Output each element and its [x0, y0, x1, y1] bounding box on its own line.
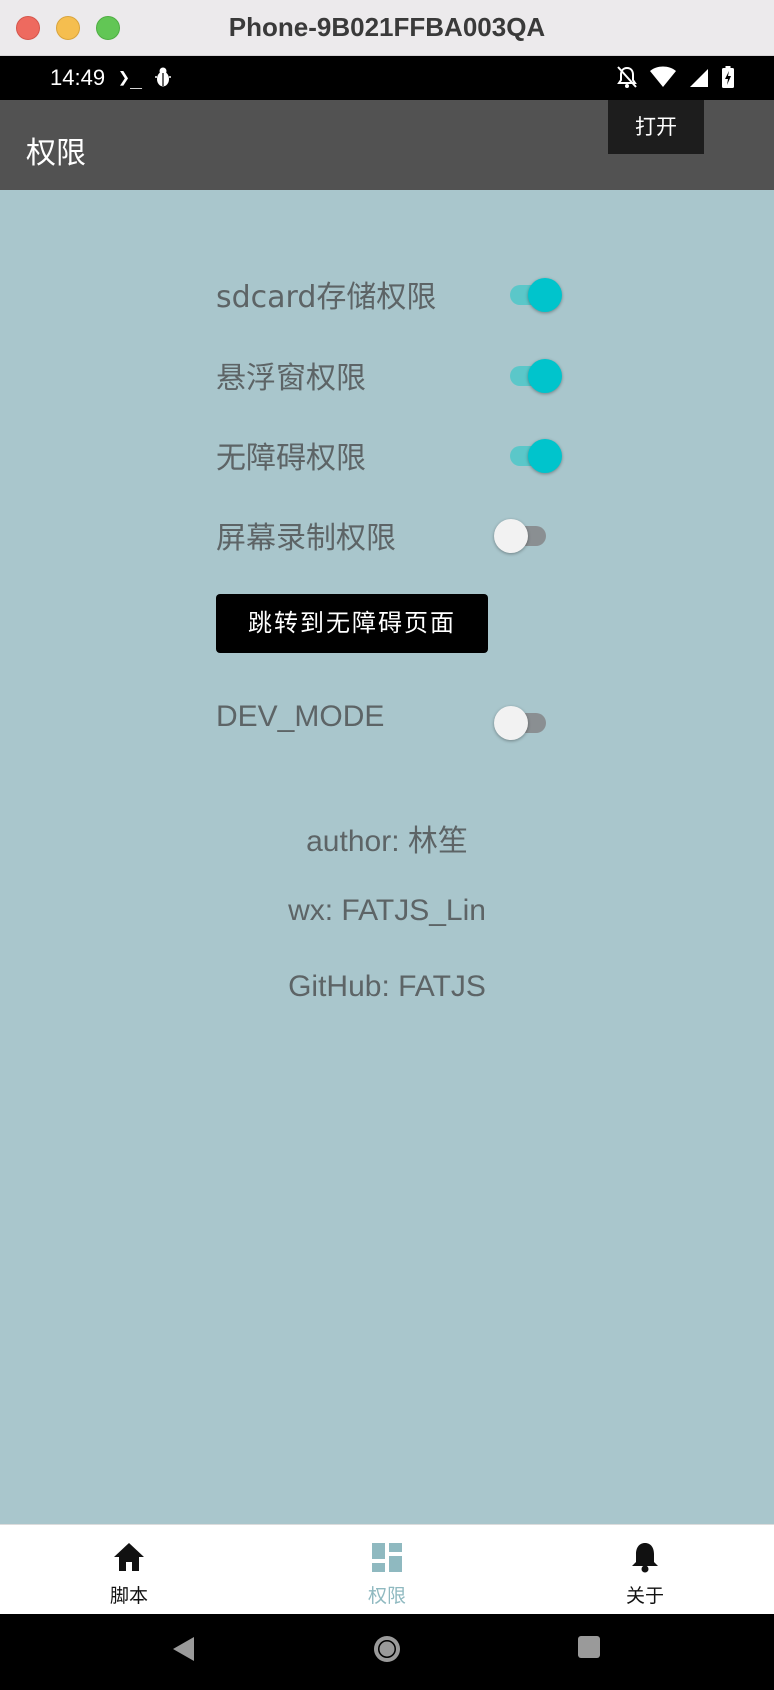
screen-record-permission-switch[interactable] [494, 517, 546, 553]
recents-icon[interactable] [576, 1634, 602, 1660]
open-accessibility-page-button[interactable]: 跳转到无障碍页面 [216, 594, 488, 653]
bell-icon [632, 1543, 658, 1573]
page-title: 权限 [26, 136, 86, 171]
wx-text: wx: FATJS_Lin [288, 894, 486, 927]
home-circle-icon[interactable] [372, 1634, 402, 1664]
author-text: author: 林笙 [306, 825, 468, 858]
permission-label-overlay: 悬浮窗权限 [216, 361, 366, 396]
github-text: GitHub: FATJS [288, 970, 486, 1003]
back-icon[interactable] [170, 1634, 196, 1664]
switch-thumb [494, 519, 528, 553]
switch-thumb [528, 278, 562, 312]
window-titlebar: Phone-9B021FFBA003QA [0, 0, 774, 56]
accessibility-permission-switch[interactable] [506, 437, 562, 473]
status-bar: 14:49 ❯_ [0, 56, 774, 100]
permission-label-sdcard: sdcard存储权限 [216, 280, 437, 315]
window-title: Phone-9B021FFBA003QA [228, 12, 546, 42]
terminal-icon: ❯_ [118, 65, 143, 89]
nav-label-permissions: 权限 [367, 1585, 406, 1607]
permission-row-screen-record: 屏幕录制权限 [216, 507, 556, 557]
mute-icon [617, 66, 637, 88]
battery-icon [722, 66, 734, 88]
permission-label-screen-record: 屏幕录制权限 [216, 521, 396, 556]
nav-label-script: 脚本 [109, 1585, 148, 1607]
sdcard-permission-switch[interactable] [506, 276, 562, 312]
status-time: 14:49 [50, 65, 106, 90]
switch-thumb [528, 359, 562, 393]
bug-icon [155, 67, 171, 87]
system-navigation-bar [0, 1614, 774, 1690]
nav-item-script[interactable]: 脚本 [0, 1525, 258, 1615]
switch-thumb [528, 439, 562, 473]
overlay-permission-switch[interactable] [506, 357, 562, 393]
bottom-navigation: 脚本 权限 关于 [0, 1524, 774, 1614]
open-button[interactable]: 打开 [608, 100, 704, 154]
permission-row-sdcard: sdcard存储权限 [216, 266, 562, 316]
wifi-icon [650, 66, 676, 87]
nav-item-permissions[interactable]: 权限 [258, 1525, 516, 1615]
signal-icon [690, 69, 708, 87]
permission-row-overlay: 悬浮窗权限 [216, 347, 562, 397]
nav-item-about[interactable]: 关于 [516, 1525, 774, 1615]
dev-mode-row: DEV_MODE [216, 694, 556, 744]
permission-label-accessibility: 无障碍权限 [216, 441, 366, 476]
nav-label-about: 关于 [625, 1585, 664, 1607]
dev-mode-label: DEV_MODE [216, 700, 385, 733]
dashboard-icon [372, 1543, 402, 1572]
phone-screen: 14:49 ❯_ 权限 打开 sdcard存储权限 悬浮窗权限 无障碍权限 屏幕… [0, 56, 774, 1690]
dev-mode-switch[interactable] [494, 704, 546, 740]
home-icon [114, 1543, 144, 1571]
permission-row-accessibility: 无障碍权限 [216, 427, 562, 477]
switch-thumb [494, 706, 528, 740]
